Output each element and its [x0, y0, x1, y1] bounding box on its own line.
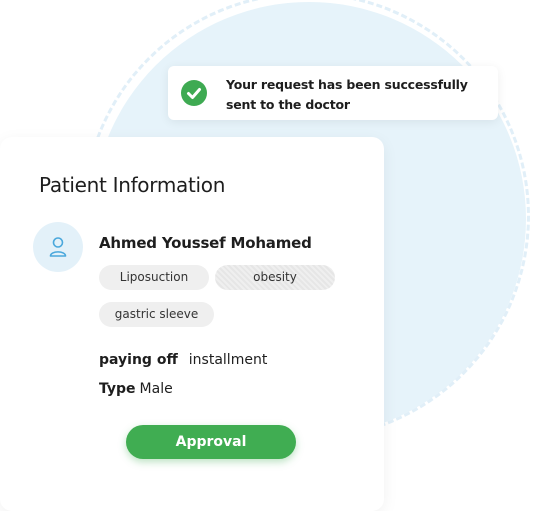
paying-off-row: paying off installment [99, 352, 267, 368]
success-notification: Your request has been successfully sent … [168, 66, 498, 120]
patient-info-card: Patient Information Ahmed Youssef Mohame… [0, 137, 384, 511]
patient-name: Ahmed Youssef Mohamed [99, 234, 312, 252]
type-value: Male [139, 381, 173, 397]
paying-off-value: installment [188, 352, 268, 368]
user-icon [49, 237, 67, 257]
check-circle-icon [181, 80, 207, 106]
condition-tag: gastric sleeve [99, 302, 214, 327]
avatar [33, 222, 83, 272]
condition-tag: Liposuction [99, 265, 209, 290]
paying-off-label: paying off [99, 352, 178, 368]
type-label: Type [99, 381, 136, 397]
type-row: Type Male [99, 381, 173, 397]
approval-button[interactable]: Approval [126, 425, 296, 459]
card-title: Patient Information [39, 173, 226, 197]
condition-tag: obesity [215, 265, 335, 290]
notification-message: Your request has been successfully sent … [226, 77, 468, 112]
